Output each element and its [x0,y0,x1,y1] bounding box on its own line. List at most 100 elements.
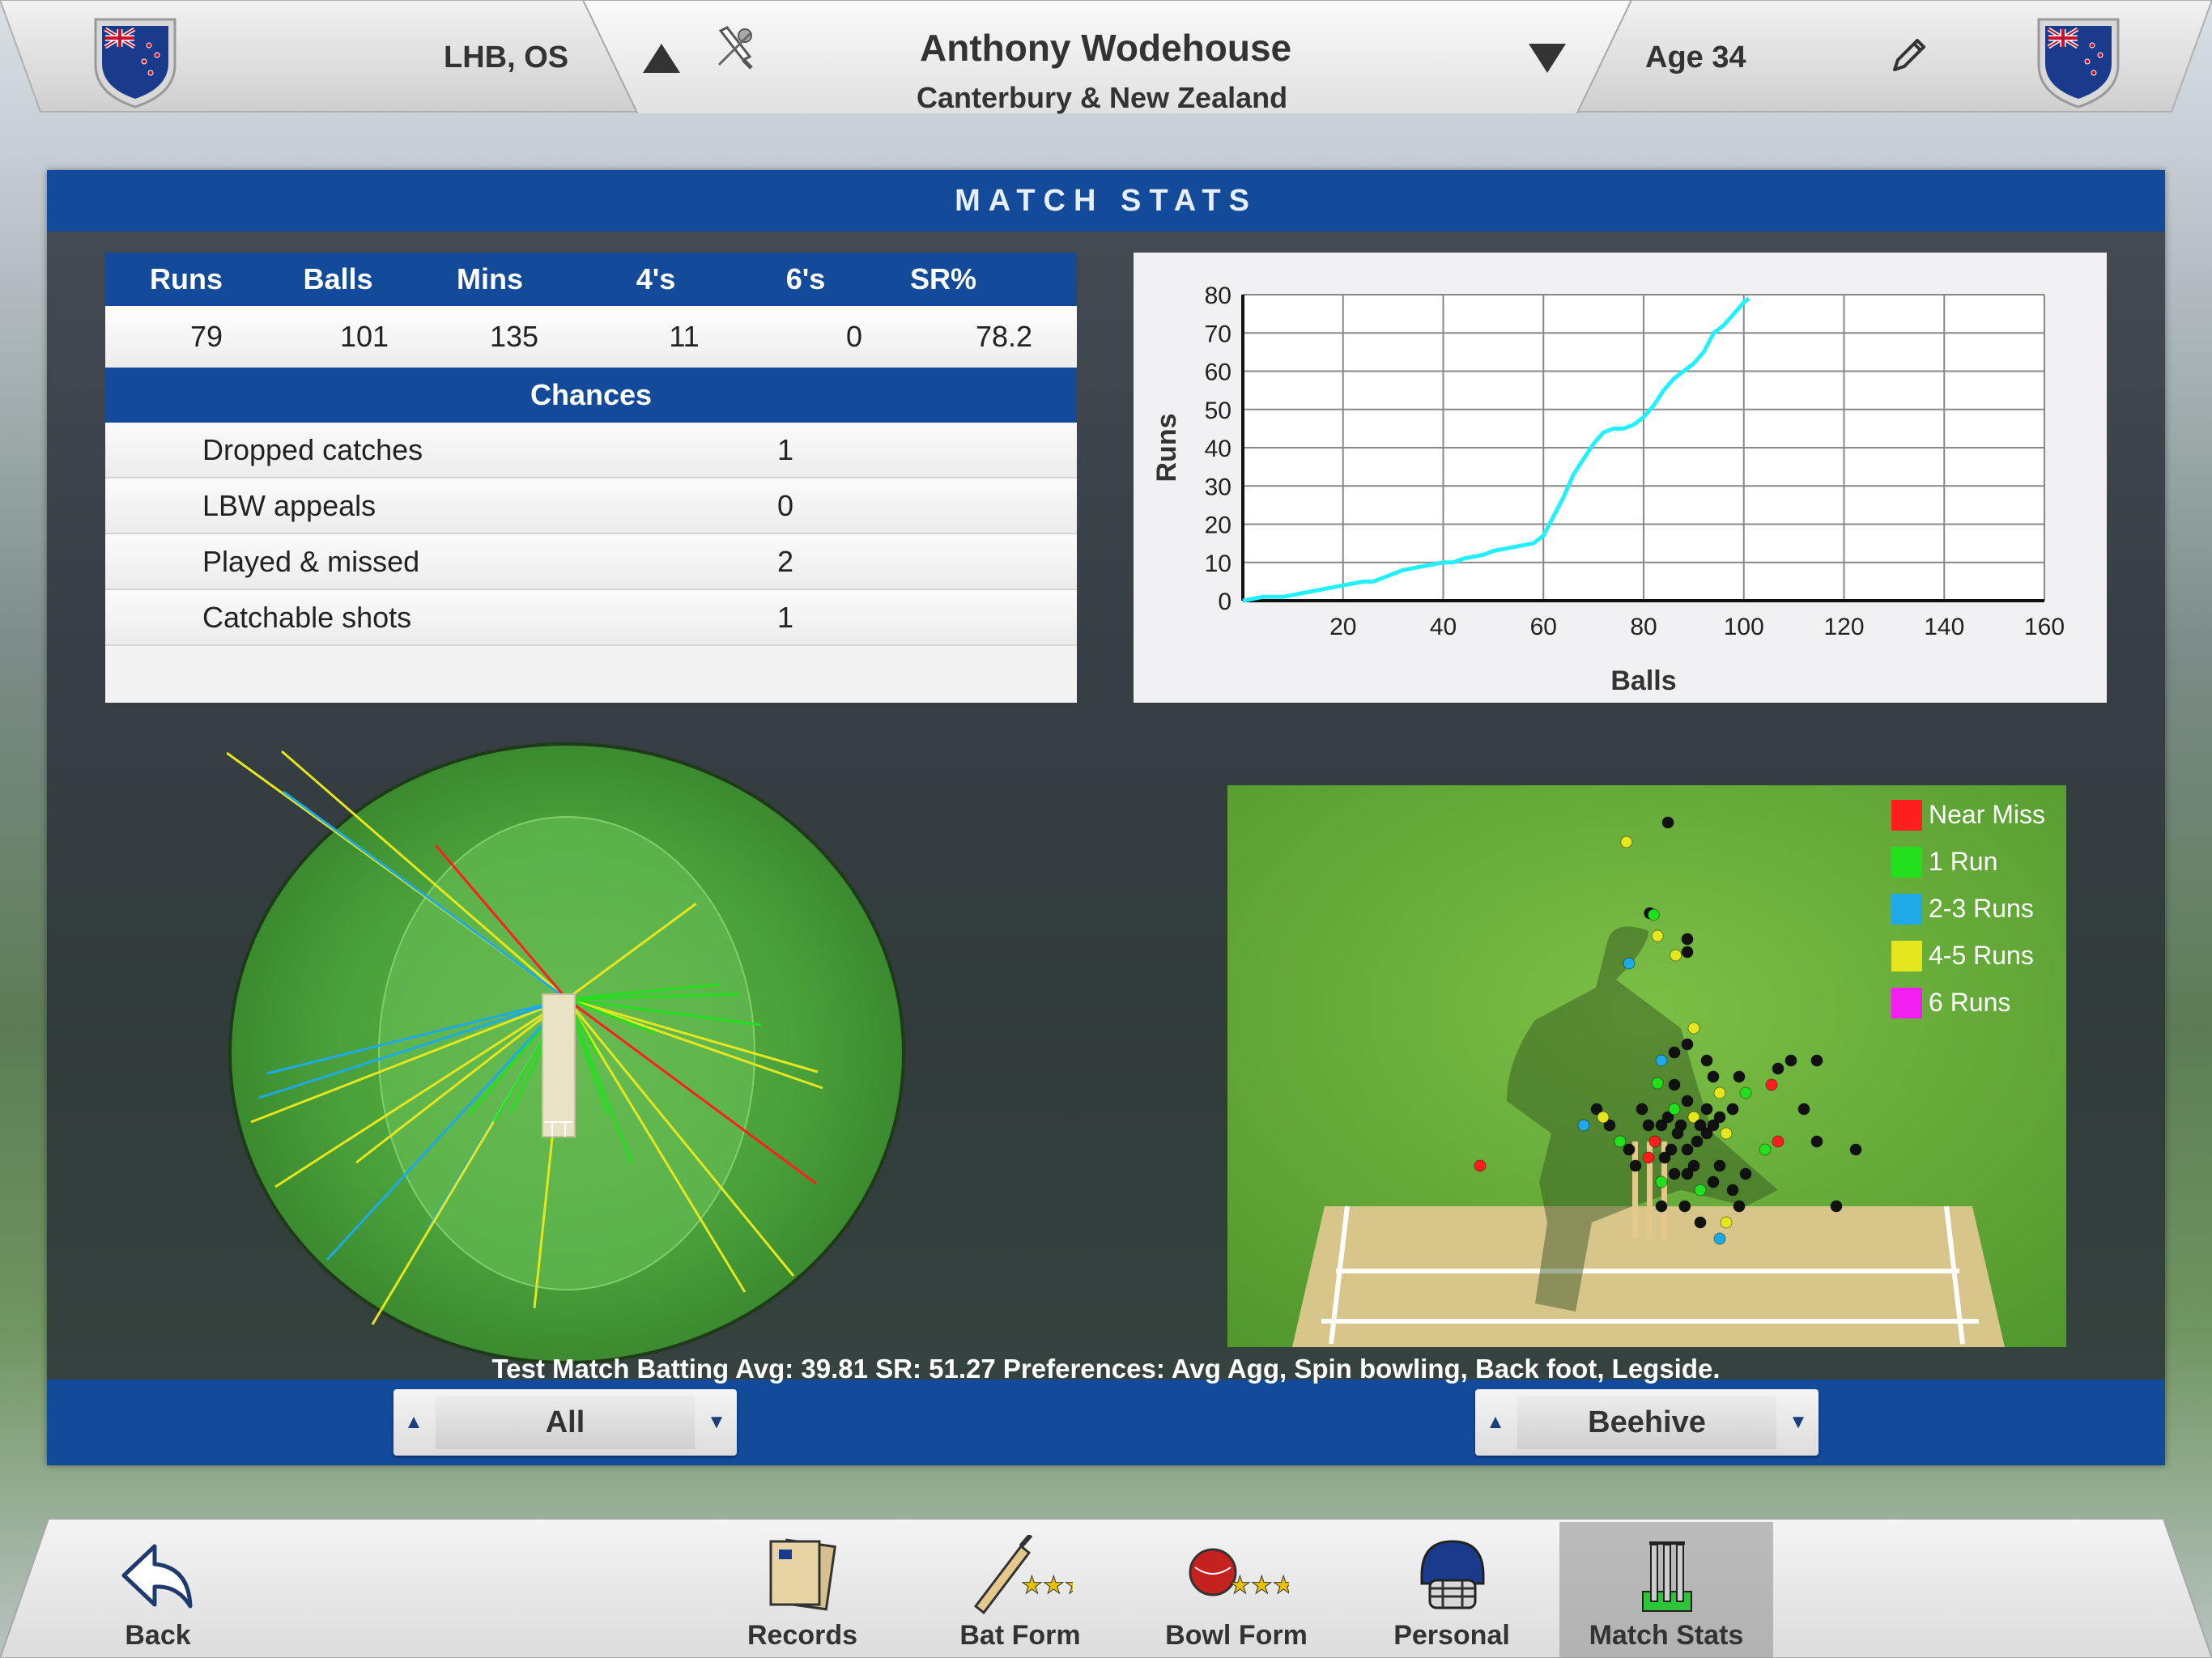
bat-ball-icon[interactable] [711,24,759,77]
ball-dot [1668,1078,1681,1091]
up-triangle-icon[interactable] [641,40,682,80]
panel-footer [47,1380,2165,1465]
helmet-icon [1420,1540,1485,1609]
tab-label: Records [747,1620,858,1651]
tab-bowl-form[interactable]: ★★★ Bowl Form [1159,1522,1313,1658]
ball-dot [1694,1216,1707,1229]
ball-dot [1713,1232,1726,1245]
ball-dot [1623,957,1636,970]
stumps-icon [1642,1541,1692,1612]
ball-dot [1681,946,1694,959]
pencil-icon[interactable] [1887,36,1929,82]
back-label: Back [125,1620,191,1651]
ball-dot [1681,1095,1694,1107]
batting-stats-table: Runs Balls Mins 4's 6's SR% 79 101 135 1… [105,253,1077,703]
x-axis-title: Balls [1610,665,1676,696]
back-arrow-icon [121,1544,193,1609]
ball-dot [1810,1135,1823,1148]
view-select-value[interactable]: Beehive [1517,1396,1776,1449]
y-tick-label: 70 [1205,321,1231,347]
ball-dot [1474,1159,1487,1172]
hand-style-label: LHB, OS [444,40,569,74]
chance-value: 2 [776,544,794,578]
ball-dot [1655,1054,1668,1067]
ball-dot [1668,1103,1681,1116]
y-tick-label: 50 [1205,397,1231,424]
ball-dot [1629,1159,1642,1172]
select-down-icon[interactable]: ▼ [696,1389,737,1456]
back-button[interactable]: Back [97,1522,219,1658]
down-triangle-icon[interactable] [1527,40,1568,80]
filter-select-value[interactable]: All [436,1396,695,1449]
chance-value: 1 [776,432,794,466]
x-tick-label: 60 [1530,614,1557,640]
legend-swatch [1891,941,1922,971]
ball-dot [1671,1127,1684,1140]
y-tick-label: 40 [1205,436,1231,462]
legend-swatch [1891,800,1922,831]
ball-dot [1614,1135,1627,1148]
select-up-icon[interactable]: ▲ [1475,1389,1516,1456]
chance-value: 0 [776,488,794,522]
value-sixes: 0 [845,320,863,353]
ball-dot [1620,835,1633,848]
chance-row: Catchable shots 1 [105,590,1077,646]
ball-dot [1597,1111,1610,1124]
ball-dot [1720,1216,1733,1229]
legend-label: 1 Run [1929,847,1998,876]
select-up-icon[interactable]: ▲ [393,1389,434,1456]
ball-dot [1830,1200,1843,1213]
svg-text:★★★: ★★★ [1021,1571,1073,1600]
legend-swatch [1891,894,1922,925]
pitch [542,993,576,1137]
ball-stars-icon: ★★★ [1189,1548,1295,1601]
chance-label: LBW appeals [202,488,376,522]
ball-dot [1651,929,1664,942]
worm-chart-svg: 20 40 60 80 100 120 140 160 0 10 20 30 40 50 60 70 80 Bal… [1151,283,2065,696]
y-axis-title: Runs [1151,414,1182,483]
header-fours: 4's [636,262,676,295]
y-tick-label: 80 [1205,283,1231,309]
tab-records[interactable]: Records [734,1522,871,1658]
ball-dot [1577,1119,1590,1132]
ball-dot [1765,1078,1778,1091]
ball-dot [1648,1135,1661,1148]
y-tick-label: 60 [1205,359,1231,386]
runs-worm-chart: 20 40 60 80 100 120 140 160 0 10 20 30 40 50 60 70 80 Bal… [1134,253,2107,703]
value-mins: 135 [489,320,539,353]
ball-dot [1726,1184,1739,1197]
header-mins: Mins [456,262,523,295]
value-strike-rate: 78.2 [975,320,1033,353]
beehive-chart: Near Miss 1 Run 2-3 Runs 4-5 Runs 6 Runs [1227,785,2066,1347]
x-tick-label: 40 [1430,614,1457,640]
bottom-nav [0,1518,2212,1658]
ball-dot [1713,1086,1726,1099]
records-icon [769,1538,836,1611]
x-tick-label: 20 [1329,614,1356,640]
select-down-icon[interactable]: ▼ [1778,1389,1819,1456]
ball-dot [1636,1103,1648,1116]
ball-dot [1713,1159,1726,1172]
ball-dot [1726,1103,1739,1116]
tab-match-stats[interactable]: Match Stats [1559,1522,1773,1658]
ball-dot [1623,1143,1636,1156]
legend-label: 4-5 Runs [1929,941,2034,970]
chance-row: Dropped catches 1 [105,423,1077,478]
ball-dot [1784,1054,1797,1067]
ball-dot [1668,1046,1681,1059]
ball-dot [1733,1070,1746,1083]
tab-personal[interactable]: Personal [1383,1522,1521,1658]
tab-label: Personal [1393,1620,1510,1651]
tab-bat-form[interactable]: ★★★ Bat Form [955,1522,1087,1658]
x-tick-label: 140 [1924,614,1964,640]
filter-select-left[interactable]: ▲ All ▼ [393,1389,737,1456]
view-select-right[interactable]: ▲ Beehive ▼ [1475,1389,1819,1456]
value-balls: 101 [339,320,389,353]
tab-label: Bowl Form [1165,1620,1308,1651]
legend-label: Near Miss [1929,800,2046,829]
ball-dot [1681,933,1694,946]
header-balls: Balls [303,262,373,295]
ball-dot [1668,1167,1681,1180]
ball-dot [1655,1175,1668,1188]
x-tick-label: 160 [2024,614,2065,640]
